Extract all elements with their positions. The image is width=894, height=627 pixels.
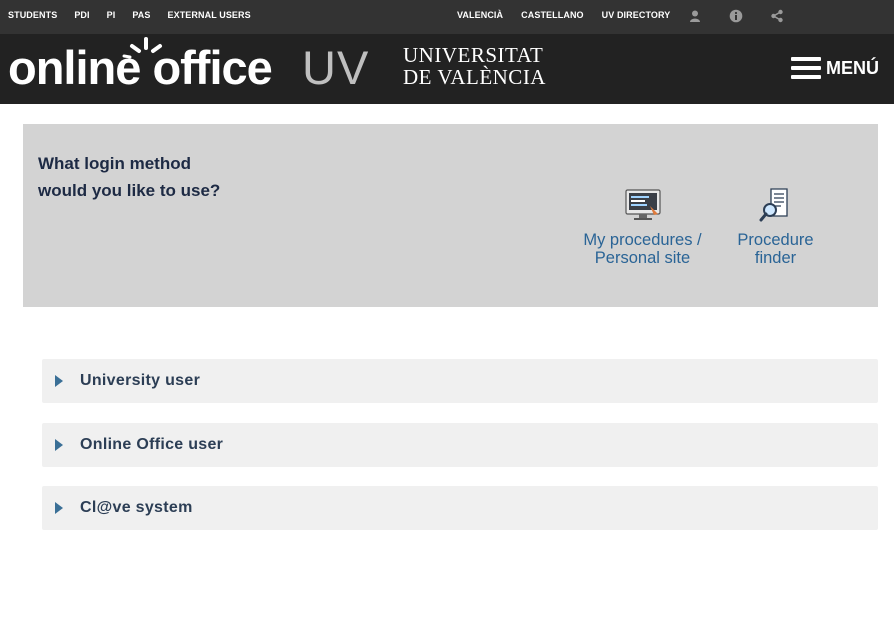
- link-pdi[interactable]: PDI: [74, 10, 89, 20]
- caret-right-icon: [55, 502, 63, 514]
- accordion-university-user[interactable]: University user: [42, 359, 878, 403]
- university-logo[interactable]: UNIVERSITAT DE VALÈNCIA: [403, 44, 546, 88]
- sunburst-icon: [122, 37, 162, 59]
- university-line-1: UNIVERSITAT: [403, 43, 544, 67]
- brand-suffix: UV: [302, 41, 370, 94]
- procedure-finder-label-2: finder: [754, 249, 797, 267]
- online-office-logo[interactable]: online office UV: [8, 34, 368, 104]
- document-search-icon: [759, 188, 788, 222]
- computer-screen-icon: [624, 189, 661, 220]
- link-students[interactable]: STUDENTS: [8, 10, 57, 20]
- accordion-online-office-user[interactable]: Online Office user: [42, 423, 878, 467]
- top-bar: STUDENTS PDI PI PAS EXTERNAL USERS VALEN…: [0, 0, 894, 34]
- language-links: VALENCIÀ CASTELLANO UV DIRECTORY: [457, 10, 688, 20]
- info-icon[interactable]: [729, 9, 743, 23]
- my-procedures-link[interactable]: My procedures / Personal site: [575, 188, 710, 267]
- site-header: online office UV UNIVERSITAT DE VALÈNCIA…: [0, 34, 894, 104]
- accordion-clave-system[interactable]: Cl@ve system: [42, 486, 878, 530]
- my-procedures-label-1: My procedures /: [583, 231, 702, 249]
- link-pi[interactable]: PI: [107, 10, 116, 20]
- link-valencia[interactable]: VALENCIÀ: [457, 10, 503, 20]
- login-question: What login method would you like to use?: [38, 154, 221, 200]
- audience-links: STUDENTS PDI PI PAS EXTERNAL USERS: [8, 10, 268, 20]
- accordion-title: Online Office user: [80, 436, 224, 453]
- caret-right-icon: [55, 439, 63, 451]
- caret-right-icon: [55, 375, 63, 387]
- my-procedures-label-2: Personal site: [594, 249, 691, 267]
- link-castellano[interactable]: CASTELLANO: [521, 10, 584, 20]
- procedure-finder-link[interactable]: Procedure finder: [723, 188, 828, 267]
- user-icon[interactable]: [688, 9, 702, 23]
- link-uv-directory[interactable]: UV DIRECTORY: [602, 10, 671, 20]
- hamburger-icon: [791, 57, 821, 79]
- menu-button[interactable]: MENÚ: [791, 57, 879, 79]
- login-method-panel: What login method would you like to use?…: [23, 124, 878, 307]
- link-pas[interactable]: PAS: [132, 10, 150, 20]
- university-line-2: DE VALÈNCIA: [403, 65, 546, 89]
- menu-label: MENÚ: [826, 57, 879, 78]
- accordion-title: Cl@ve system: [80, 499, 193, 516]
- link-external-users[interactable]: EXTERNAL USERS: [167, 10, 250, 20]
- procedure-finder-label-1: Procedure: [737, 231, 814, 249]
- share-icon[interactable]: [770, 9, 784, 23]
- accordion-title: University user: [80, 372, 201, 389]
